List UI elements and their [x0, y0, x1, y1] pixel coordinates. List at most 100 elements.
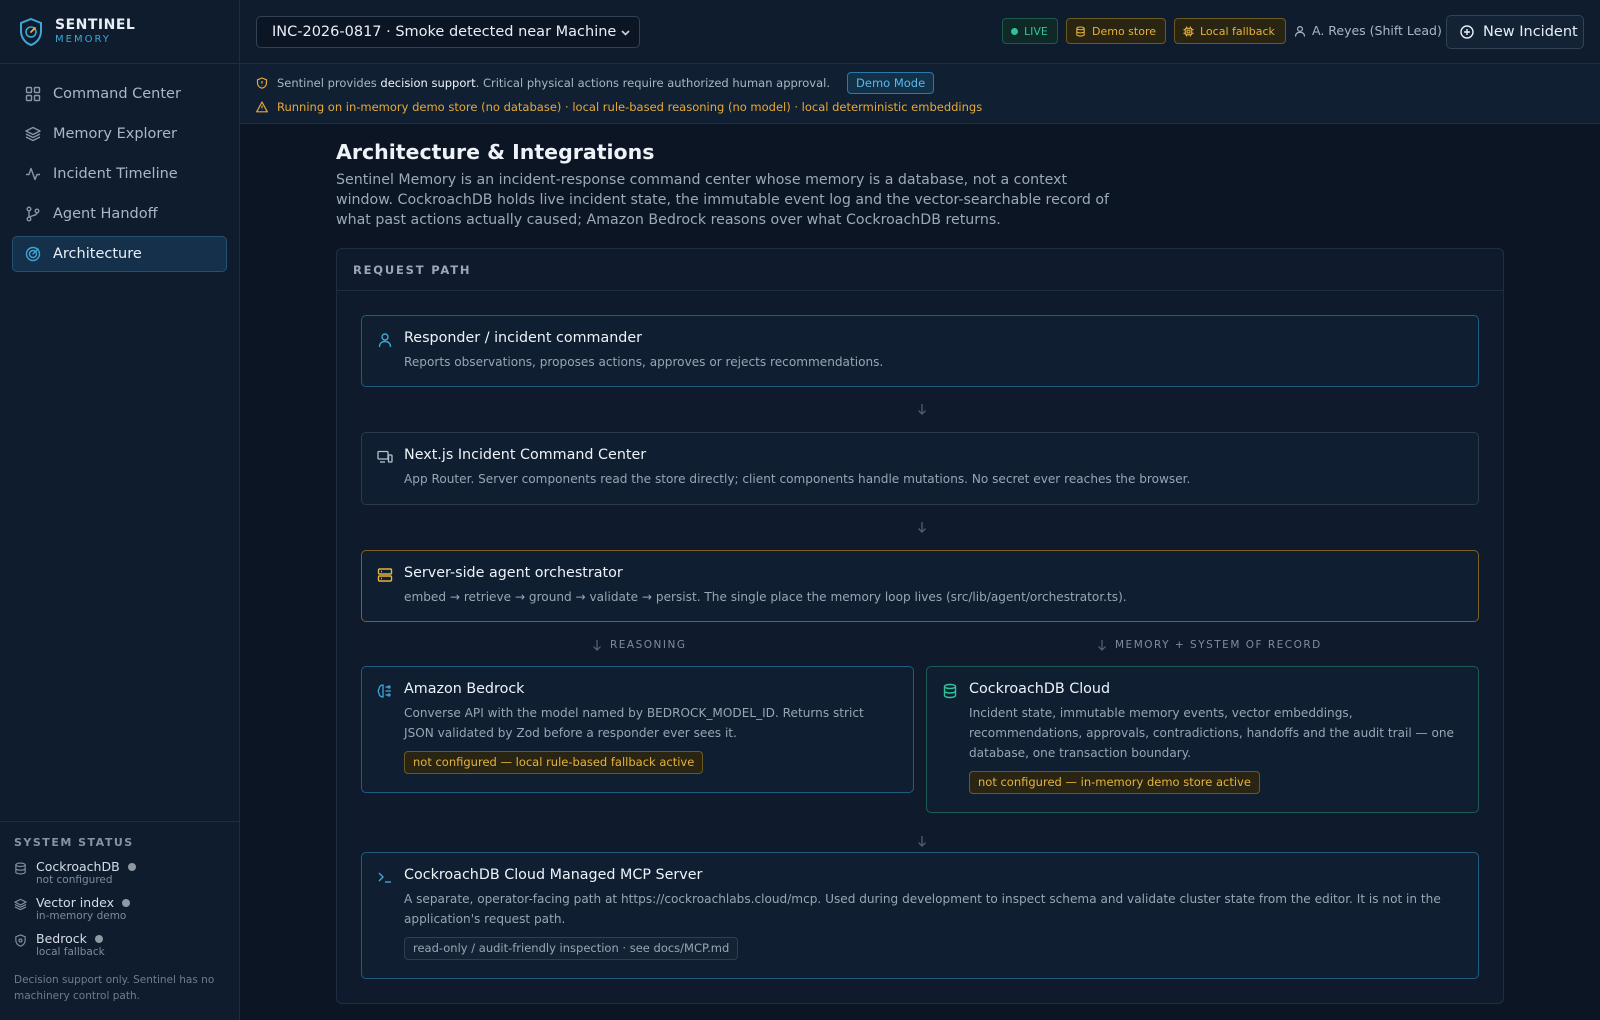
card-description: App Router. Server components read the s…: [404, 472, 1191, 486]
page-description: Sentinel Memory is an incident-response …: [336, 172, 1110, 228]
notice-prefix: Sentinel provides: [277, 76, 377, 90]
status-name: Bedrock: [36, 931, 87, 946]
status-name: CockroachDB: [36, 859, 120, 874]
arrow-down-icon: [1098, 640, 1106, 651]
activity-icon: [26, 167, 40, 181]
sidebar: SENTINEL MEMORY Command Center Memory Ex…: [0, 0, 240, 1020]
panel-title: REQUEST PATH: [337, 249, 1503, 291]
status-dot: [127, 862, 136, 871]
notice-suffix: . Critical physical actions require auth…: [475, 76, 831, 90]
database-icon: [1076, 25, 1085, 37]
sidebar-item-architecture[interactable]: Architecture: [12, 236, 227, 272]
cpu-icon: [1183, 25, 1194, 37]
demo-store-badge: Demo store: [1066, 18, 1166, 44]
card-title: CockroachDB Cloud Managed MCP Server: [404, 867, 703, 883]
lane-memory: MEMORY + SYSTEM OF RECORD: [1097, 639, 1322, 651]
layers-icon: [25, 126, 41, 142]
live-dot-icon: [1011, 27, 1018, 35]
incident-select[interactable]: INC-2026-0817 · Smoke detected near Mach…: [256, 16, 640, 48]
database-icon: [943, 683, 957, 699]
lane-label: REASONING: [610, 639, 687, 651]
grid-icon: [25, 86, 41, 102]
arrow-down-icon: [918, 522, 926, 533]
bedrock-card: Amazon Bedrock Converse API with the mod…: [361, 666, 914, 793]
incident-select-value: INC-2026-0817 · Smoke detected near Mach…: [272, 24, 617, 40]
system-status-title: SYSTEM STATUS: [14, 836, 134, 849]
demo-warning: Running on in-memory demo store (no data…: [256, 97, 1584, 117]
arrow-down-icon: [918, 836, 926, 847]
local-fallback-label: Local fallback: [1200, 24, 1275, 38]
status-value: not configured: [36, 874, 113, 886]
config-status-tag: not configured — in-memory demo store ac…: [969, 771, 1260, 794]
status-value: in-memory demo: [36, 910, 127, 922]
card-description: Converse API with the model named by BED…: [404, 706, 864, 740]
live-badge: LIVE: [1002, 18, 1058, 44]
chevron-down-icon: [621, 30, 630, 36]
brand-name: SENTINEL: [55, 16, 136, 33]
lane-reasoning: REASONING: [592, 639, 687, 651]
sidebar-item-label: Incident Timeline: [53, 166, 178, 182]
config-status-tag: not configured — local rule-based fallba…: [404, 751, 704, 774]
shield-icon: [15, 934, 26, 947]
shield-icon: [256, 77, 268, 89]
shield-logo-icon: [20, 17, 42, 46]
demo-mode-badge: Demo Mode: [847, 72, 935, 94]
sidebar-item-label: Command Center: [53, 86, 181, 102]
status-dot: [94, 934, 103, 943]
terminal-icon: [378, 872, 391, 883]
notice-emphasis: decision support: [380, 76, 476, 90]
server-icon: [377, 568, 393, 582]
card-description: Incident state, immutable memory events,…: [969, 706, 1454, 760]
user-name: A. Reyes (Shift Lead): [1312, 23, 1442, 38]
disclaimer-note: Decision support only. Sentinel has no m…: [14, 974, 215, 1002]
arrow-down-icon: [593, 640, 601, 651]
sidebar-item-label: Agent Handoff: [53, 206, 158, 222]
arrow-down-icon: [918, 404, 926, 415]
sidebar-item-command-center[interactable]: Command Center: [12, 76, 227, 112]
new-incident-label: New Incident: [1483, 24, 1578, 40]
new-incident-button[interactable]: New Incident: [1446, 15, 1584, 49]
brand[interactable]: SENTINEL MEMORY: [0, 0, 239, 64]
radar-icon: [25, 246, 41, 262]
page-title: Architecture & Integrations: [336, 140, 655, 164]
card-title: Amazon Bedrock: [404, 681, 525, 697]
demo-store-label: Demo store: [1092, 24, 1157, 38]
layers-icon: [14, 898, 27, 911]
nextjs-card: Next.js Incident Command Center App Rout…: [361, 432, 1479, 505]
card-description: Reports observations, proposes actions, …: [404, 355, 884, 369]
status-name: Vector index: [36, 895, 115, 910]
sidebar-nav: Command Center Memory Explorer Incident …: [0, 64, 239, 272]
system-status: SYSTEM STATUS CockroachDB not configured…: [0, 821, 239, 1020]
cockroachdb-card: CockroachDB Cloud Incident state, immuta…: [926, 666, 1479, 813]
sidebar-item-memory-explorer[interactable]: Memory Explorer: [12, 116, 227, 152]
local-fallback-badge: Local fallback: [1174, 18, 1286, 44]
notice-banner: Sentinel provides decision support. Crit…: [240, 64, 1600, 124]
request-path-panel: REQUEST PATH Responder / incident comman…: [336, 248, 1504, 1004]
status-dot: [122, 898, 131, 907]
lane-label: MEMORY + SYSTEM OF RECORD: [1115, 639, 1322, 651]
live-label: LIVE: [1024, 24, 1048, 38]
card-description: embed → retrieve → ground → validate → p…: [404, 590, 1127, 604]
card-title: CockroachDB Cloud: [969, 681, 1111, 697]
current-user[interactable]: A. Reyes (Shift Lead): [1294, 23, 1442, 38]
plus-circle-icon: [1460, 25, 1474, 39]
page-header: Architecture & Integrations Sentinel Mem…: [336, 140, 1116, 230]
mcp-server-card: CockroachDB Cloud Managed MCP Server A s…: [361, 852, 1479, 979]
sidebar-item-incident-timeline[interactable]: Incident Timeline: [12, 156, 227, 192]
sidebar-item-label: Memory Explorer: [53, 126, 177, 142]
decision-support-notice: Sentinel provides decision support. Crit…: [256, 72, 1584, 94]
card-description: A separate, operator-facing path at http…: [404, 892, 1441, 926]
responder-card: Responder / incident commander Reports o…: [361, 315, 1479, 387]
orchestrator-card: Server-side agent orchestrator embed → r…: [361, 550, 1479, 622]
demo-warning-text: Running on in-memory demo store (no data…: [277, 100, 983, 114]
sidebar-item-label: Architecture: [53, 246, 142, 262]
user-icon: [1294, 25, 1306, 37]
git-branch-icon: [26, 206, 40, 222]
database-icon: [15, 862, 26, 875]
brain-icon: [377, 684, 391, 698]
warning-icon: [256, 101, 268, 113]
sidebar-item-agent-handoff[interactable]: Agent Handoff: [12, 196, 227, 232]
card-title: Next.js Incident Command Center: [404, 447, 647, 463]
card-title: Responder / incident commander: [404, 330, 643, 346]
inspection-tag: read-only / audit-friendly inspection · …: [404, 937, 739, 960]
